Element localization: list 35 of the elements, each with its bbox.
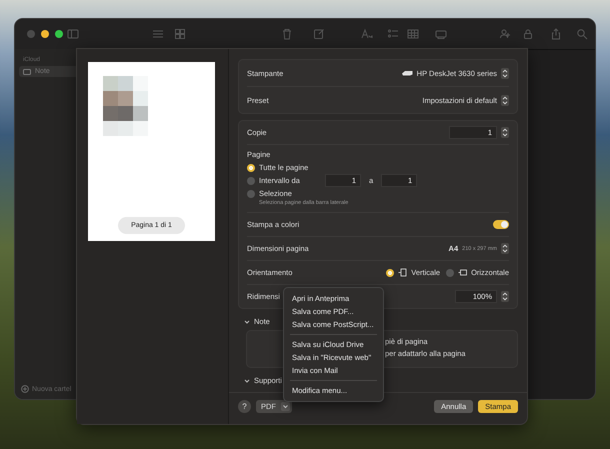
minimize-button[interactable] xyxy=(41,30,49,38)
folder-icon xyxy=(23,68,31,74)
compose-icon[interactable] xyxy=(313,28,325,40)
stepper-icon[interactable] xyxy=(501,94,509,106)
caret-icon xyxy=(281,402,290,411)
trash-icon[interactable] xyxy=(281,28,293,40)
collaborate-icon[interactable] xyxy=(499,28,511,40)
media-icon[interactable] xyxy=(435,28,447,40)
plus-circle-icon xyxy=(21,385,29,393)
sidebar-icon[interactable] xyxy=(67,28,79,40)
text-format-icon[interactable] xyxy=(361,28,373,40)
radio-button[interactable] xyxy=(247,190,255,198)
radio-button[interactable] xyxy=(386,268,394,276)
stepper-icon[interactable] xyxy=(501,127,509,138)
radio-button[interactable] xyxy=(446,268,454,276)
share-icon[interactable] xyxy=(550,28,562,40)
lock-icon[interactable] xyxy=(522,28,534,40)
stepper-icon[interactable] xyxy=(501,68,509,78)
landscape-icon xyxy=(458,268,468,277)
stepper-icon[interactable] xyxy=(501,291,509,302)
search-icon[interactable] xyxy=(576,28,588,40)
table-icon[interactable] xyxy=(407,28,419,40)
radio-button[interactable] xyxy=(247,164,255,172)
grid-icon[interactable] xyxy=(174,28,186,40)
help-button[interactable]: ? xyxy=(238,400,251,413)
printer-icon xyxy=(402,70,413,76)
list-icon[interactable] xyxy=(152,28,164,40)
stepper-icon[interactable] xyxy=(501,243,509,254)
color-print-toggle[interactable] xyxy=(493,220,509,229)
zoom-button[interactable] xyxy=(55,30,63,38)
radio-button[interactable] xyxy=(247,176,255,184)
portrait-icon xyxy=(398,268,408,277)
close-button[interactable] xyxy=(27,30,35,38)
photo-placeholder xyxy=(103,76,148,136)
checklist-icon[interactable] xyxy=(387,28,399,40)
